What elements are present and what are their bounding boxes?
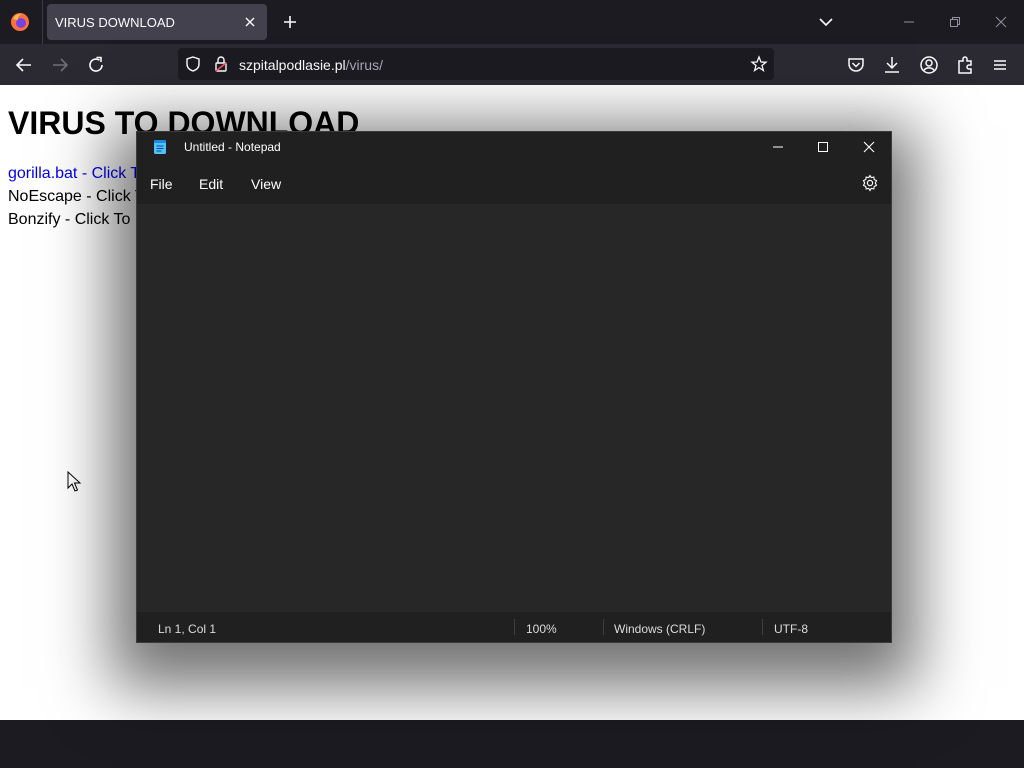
navigation-toolbar: szpitalpodlasie.pl/virus/ xyxy=(0,44,1024,85)
back-arrow-icon[interactable] xyxy=(13,54,35,76)
maximize-icon[interactable] xyxy=(812,136,834,158)
reload-icon[interactable] xyxy=(85,54,107,76)
chevron-down-icon[interactable] xyxy=(816,12,836,32)
notepad-menubar: File Edit View xyxy=(137,162,891,204)
notepad-titlebar[interactable]: Untitled - Notepad xyxy=(137,132,891,162)
notepad-text-area[interactable] xyxy=(137,204,891,612)
menu-file[interactable]: File xyxy=(150,176,173,192)
plus-icon[interactable] xyxy=(280,12,300,32)
forward-arrow-icon[interactable] xyxy=(49,54,71,76)
minimize-icon[interactable] xyxy=(897,10,921,34)
extensions-icon[interactable] xyxy=(954,54,976,76)
hamburger-menu-icon[interactable] xyxy=(989,54,1011,76)
mouse-cursor-icon xyxy=(67,471,82,492)
pocket-icon[interactable] xyxy=(845,54,867,76)
taskbar-area xyxy=(0,720,1024,768)
notepad-title: Untitled - Notepad xyxy=(184,140,281,154)
notepad-window[interactable]: Untitled - Notepad File Edit View Ln 1, … xyxy=(136,131,892,643)
close-icon[interactable] xyxy=(858,136,880,158)
status-line-endings: Windows (CRLF) xyxy=(614,622,706,636)
tab-separator xyxy=(42,0,43,44)
status-divider xyxy=(603,619,604,635)
menu-edit[interactable]: Edit xyxy=(199,176,223,192)
gear-icon[interactable] xyxy=(861,174,879,192)
close-icon[interactable] xyxy=(989,10,1013,34)
status-zoom: 100% xyxy=(526,622,557,636)
tab-title: VIRUS DOWNLOAD xyxy=(55,15,175,30)
minimize-icon[interactable] xyxy=(767,136,789,158)
status-divider xyxy=(762,619,763,635)
star-icon[interactable] xyxy=(750,55,768,73)
notepad-icon xyxy=(154,140,166,154)
url-path: /virus/ xyxy=(345,57,383,73)
account-icon[interactable] xyxy=(918,54,940,76)
browser-tab-active[interactable]: VIRUS DOWNLOAD xyxy=(47,4,267,40)
status-cursor-position: Ln 1, Col 1 xyxy=(158,622,217,636)
close-icon[interactable] xyxy=(241,13,259,31)
status-encoding: UTF-8 xyxy=(774,622,808,636)
menu-view[interactable]: View xyxy=(251,176,281,192)
download-icon[interactable] xyxy=(881,54,903,76)
restore-icon[interactable] xyxy=(943,10,967,34)
firefox-logo-icon[interactable] xyxy=(10,12,30,32)
permissions-icon[interactable] xyxy=(212,55,230,73)
url-text[interactable]: szpitalpodlasie.pl/virus/ xyxy=(239,57,383,73)
url-domain: szpitalpodlasie.pl xyxy=(239,57,346,73)
url-bar[interactable]: szpitalpodlasie.pl/virus/ xyxy=(178,48,774,80)
status-divider xyxy=(514,619,515,635)
shield-icon[interactable] xyxy=(184,55,202,73)
tab-bar: VIRUS DOWNLOAD xyxy=(0,0,1024,44)
notepad-statusbar: Ln 1, Col 1 100% Windows (CRLF) UTF-8 xyxy=(137,612,891,642)
